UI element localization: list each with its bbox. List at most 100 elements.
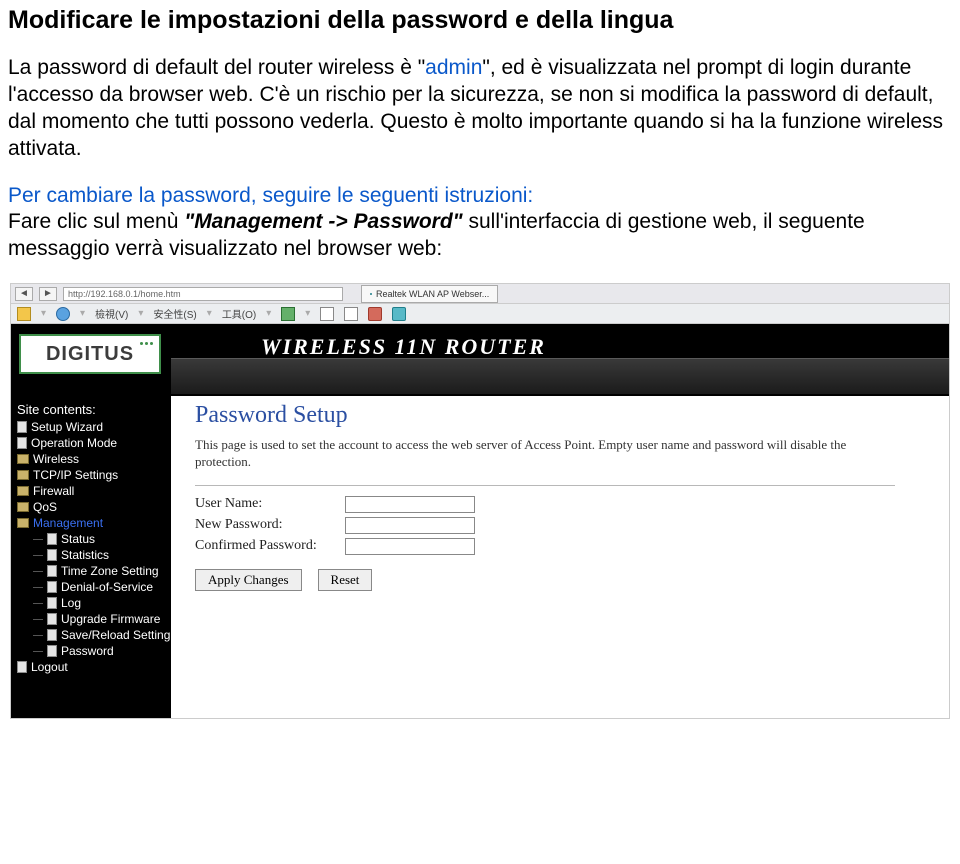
sidebar-item-label: Status	[61, 532, 95, 546]
sidebar-item-logout[interactable]: Logout	[15, 659, 170, 675]
browser-url-field[interactable]: http://192.168.0.1/home.htm	[63, 287, 343, 301]
folder-icon	[17, 502, 29, 512]
new-password-input[interactable]	[345, 517, 475, 534]
toolbar-menu-security[interactable]: 安全性(S)	[153, 306, 196, 321]
sidebar-item-label: QoS	[33, 500, 57, 514]
sidebar-item-label: Logout	[31, 660, 68, 674]
sidebar-item-label: Time Zone Setting	[61, 564, 159, 578]
tree-line	[33, 651, 43, 652]
new-password-label: New Password:	[195, 517, 345, 533]
confirm-password-row: Confirmed Password:	[195, 538, 935, 555]
home-icon[interactable]	[17, 307, 31, 321]
toolbar-menu-tools[interactable]: 工具(O)	[222, 306, 256, 321]
confirm-password-input[interactable]	[345, 538, 475, 555]
page-icon	[17, 437, 27, 449]
sidebar-item-denial-of-service[interactable]: Denial-of-Service	[15, 579, 170, 595]
menu-path-text: "Management -> Password"	[184, 210, 462, 233]
page-icon	[47, 549, 57, 561]
sidebar-item-setup-wizard[interactable]: Setup Wizard	[15, 419, 170, 435]
sidebar-header: Site contents:	[17, 402, 170, 417]
browser-back-button[interactable]: ◄	[15, 287, 33, 301]
sidebar-item-label: Denial-of-Service	[61, 580, 153, 594]
tree-line	[33, 635, 43, 636]
sidebar-item-tcp-ip-settings[interactable]: TCP/IP Settings	[15, 467, 170, 483]
digitus-logo: DIGITUS	[19, 334, 161, 374]
sidebar-nav: Site contents: Setup Wizard Operation Mod…	[11, 396, 171, 718]
sidebar-item-password[interactable]: Password	[15, 643, 170, 659]
header-gloss	[171, 358, 949, 394]
username-label: User Name:	[195, 496, 345, 512]
logo-text: DIGITUS	[46, 343, 134, 366]
logo-dots	[140, 342, 153, 345]
sidebar-item-time-zone-setting[interactable]: Time Zone Setting	[15, 563, 170, 579]
tool-icon[interactable]	[368, 307, 382, 321]
page-icon	[47, 581, 57, 593]
instructions-paragraph: Per cambiare la password, seguire le seg…	[8, 183, 952, 264]
apply-changes-button[interactable]: Apply Changes	[195, 569, 302, 591]
tab-title: Realtek WLAN AP Webser...	[376, 289, 489, 299]
sidebar-item-label: Firewall	[33, 484, 74, 498]
sidebar-item-statistics[interactable]: Statistics	[15, 547, 170, 563]
sidebar-item-label: Operation Mode	[31, 436, 117, 450]
tab-favicon	[370, 293, 372, 295]
tree-line	[33, 603, 43, 604]
page-icon	[47, 565, 57, 577]
browser-forward-button[interactable]: ►	[39, 287, 57, 301]
sidebar-item-operation-mode[interactable]: Operation Mode	[15, 435, 170, 451]
sidebar-item-label: Management	[33, 516, 103, 530]
tool-icon-2[interactable]	[392, 307, 406, 321]
intro-paragraph: La password di default del router wirele…	[8, 55, 952, 163]
page-icon[interactable]	[320, 307, 334, 321]
tree-line	[33, 539, 43, 540]
reset-button[interactable]: Reset	[318, 569, 373, 591]
instructions-intro: Per cambiare la password, seguire le seg…	[8, 184, 533, 207]
sidebar-item-qos[interactable]: QoS	[15, 499, 170, 515]
page-icon	[47, 645, 57, 657]
sidebar-item-label: Upgrade Firmware	[61, 612, 160, 626]
folder-icon	[17, 518, 29, 528]
toolbar-menu-view[interactable]: 檢視(V)	[95, 306, 128, 321]
folder-icon	[17, 454, 29, 464]
reload-icon[interactable]	[56, 307, 70, 321]
sidebar-item-label: Password	[61, 644, 114, 658]
page-icon-2[interactable]	[344, 307, 358, 321]
new-password-row: New Password:	[195, 517, 935, 534]
folder-icon	[17, 470, 29, 480]
username-row: User Name:	[195, 496, 935, 513]
help-icon[interactable]	[281, 307, 295, 321]
router-header: DIGITUS WIRELESS 11N ROUTER	[11, 324, 949, 396]
default-password-text: admin	[425, 56, 482, 79]
sidebar-item-status[interactable]: Status	[15, 531, 170, 547]
sidebar-item-wireless[interactable]: Wireless	[15, 451, 170, 467]
sidebar-item-label: TCP/IP Settings	[33, 468, 118, 482]
page-icon	[47, 597, 57, 609]
router-screenshot: ◄ ► http://192.168.0.1/home.htm Realtek …	[10, 283, 950, 719]
confirm-password-label: Confirmed Password:	[195, 538, 345, 554]
tree-line	[33, 571, 43, 572]
router-body: Site contents: Setup Wizard Operation Mod…	[11, 396, 949, 718]
intro-text-before: La password di default del router wirele…	[8, 56, 425, 79]
content-panel: Password Setup This page is used to set …	[171, 396, 949, 718]
tree-line	[33, 555, 43, 556]
folder-icon	[17, 486, 29, 496]
router-title: WIRELESS 11N ROUTER	[261, 334, 546, 360]
divider	[195, 485, 895, 486]
username-input[interactable]	[345, 496, 475, 513]
page-icon	[47, 533, 57, 545]
page-icon	[47, 613, 57, 625]
sidebar-item-label: Setup Wizard	[31, 420, 103, 434]
sidebar-item-upgrade-firmware[interactable]: Upgrade Firmware	[15, 611, 170, 627]
browser-tab[interactable]: Realtek WLAN AP Webser...	[361, 285, 498, 303]
sidebar-item-label: Wireless	[33, 452, 79, 466]
instructions-before: Fare clic sul menù	[8, 210, 184, 233]
content-description: This page is used to set the account to …	[195, 437, 895, 471]
browser-toolbar: ▾ ▾ 檢視(V) ▾ 安全性(S) ▾ 工具(O) ▾ ▾	[11, 304, 949, 324]
tree-line	[33, 619, 43, 620]
sidebar-item-management[interactable]: Management	[15, 515, 170, 531]
page-icon	[47, 629, 57, 641]
sidebar-item-log[interactable]: Log	[15, 595, 170, 611]
sidebar-item-save-reload-setting[interactable]: Save/Reload Setting	[15, 627, 170, 643]
sidebar-item-firewall[interactable]: Firewall	[15, 483, 170, 499]
sidebar-item-label: Log	[61, 596, 81, 610]
page-icon	[17, 421, 27, 433]
